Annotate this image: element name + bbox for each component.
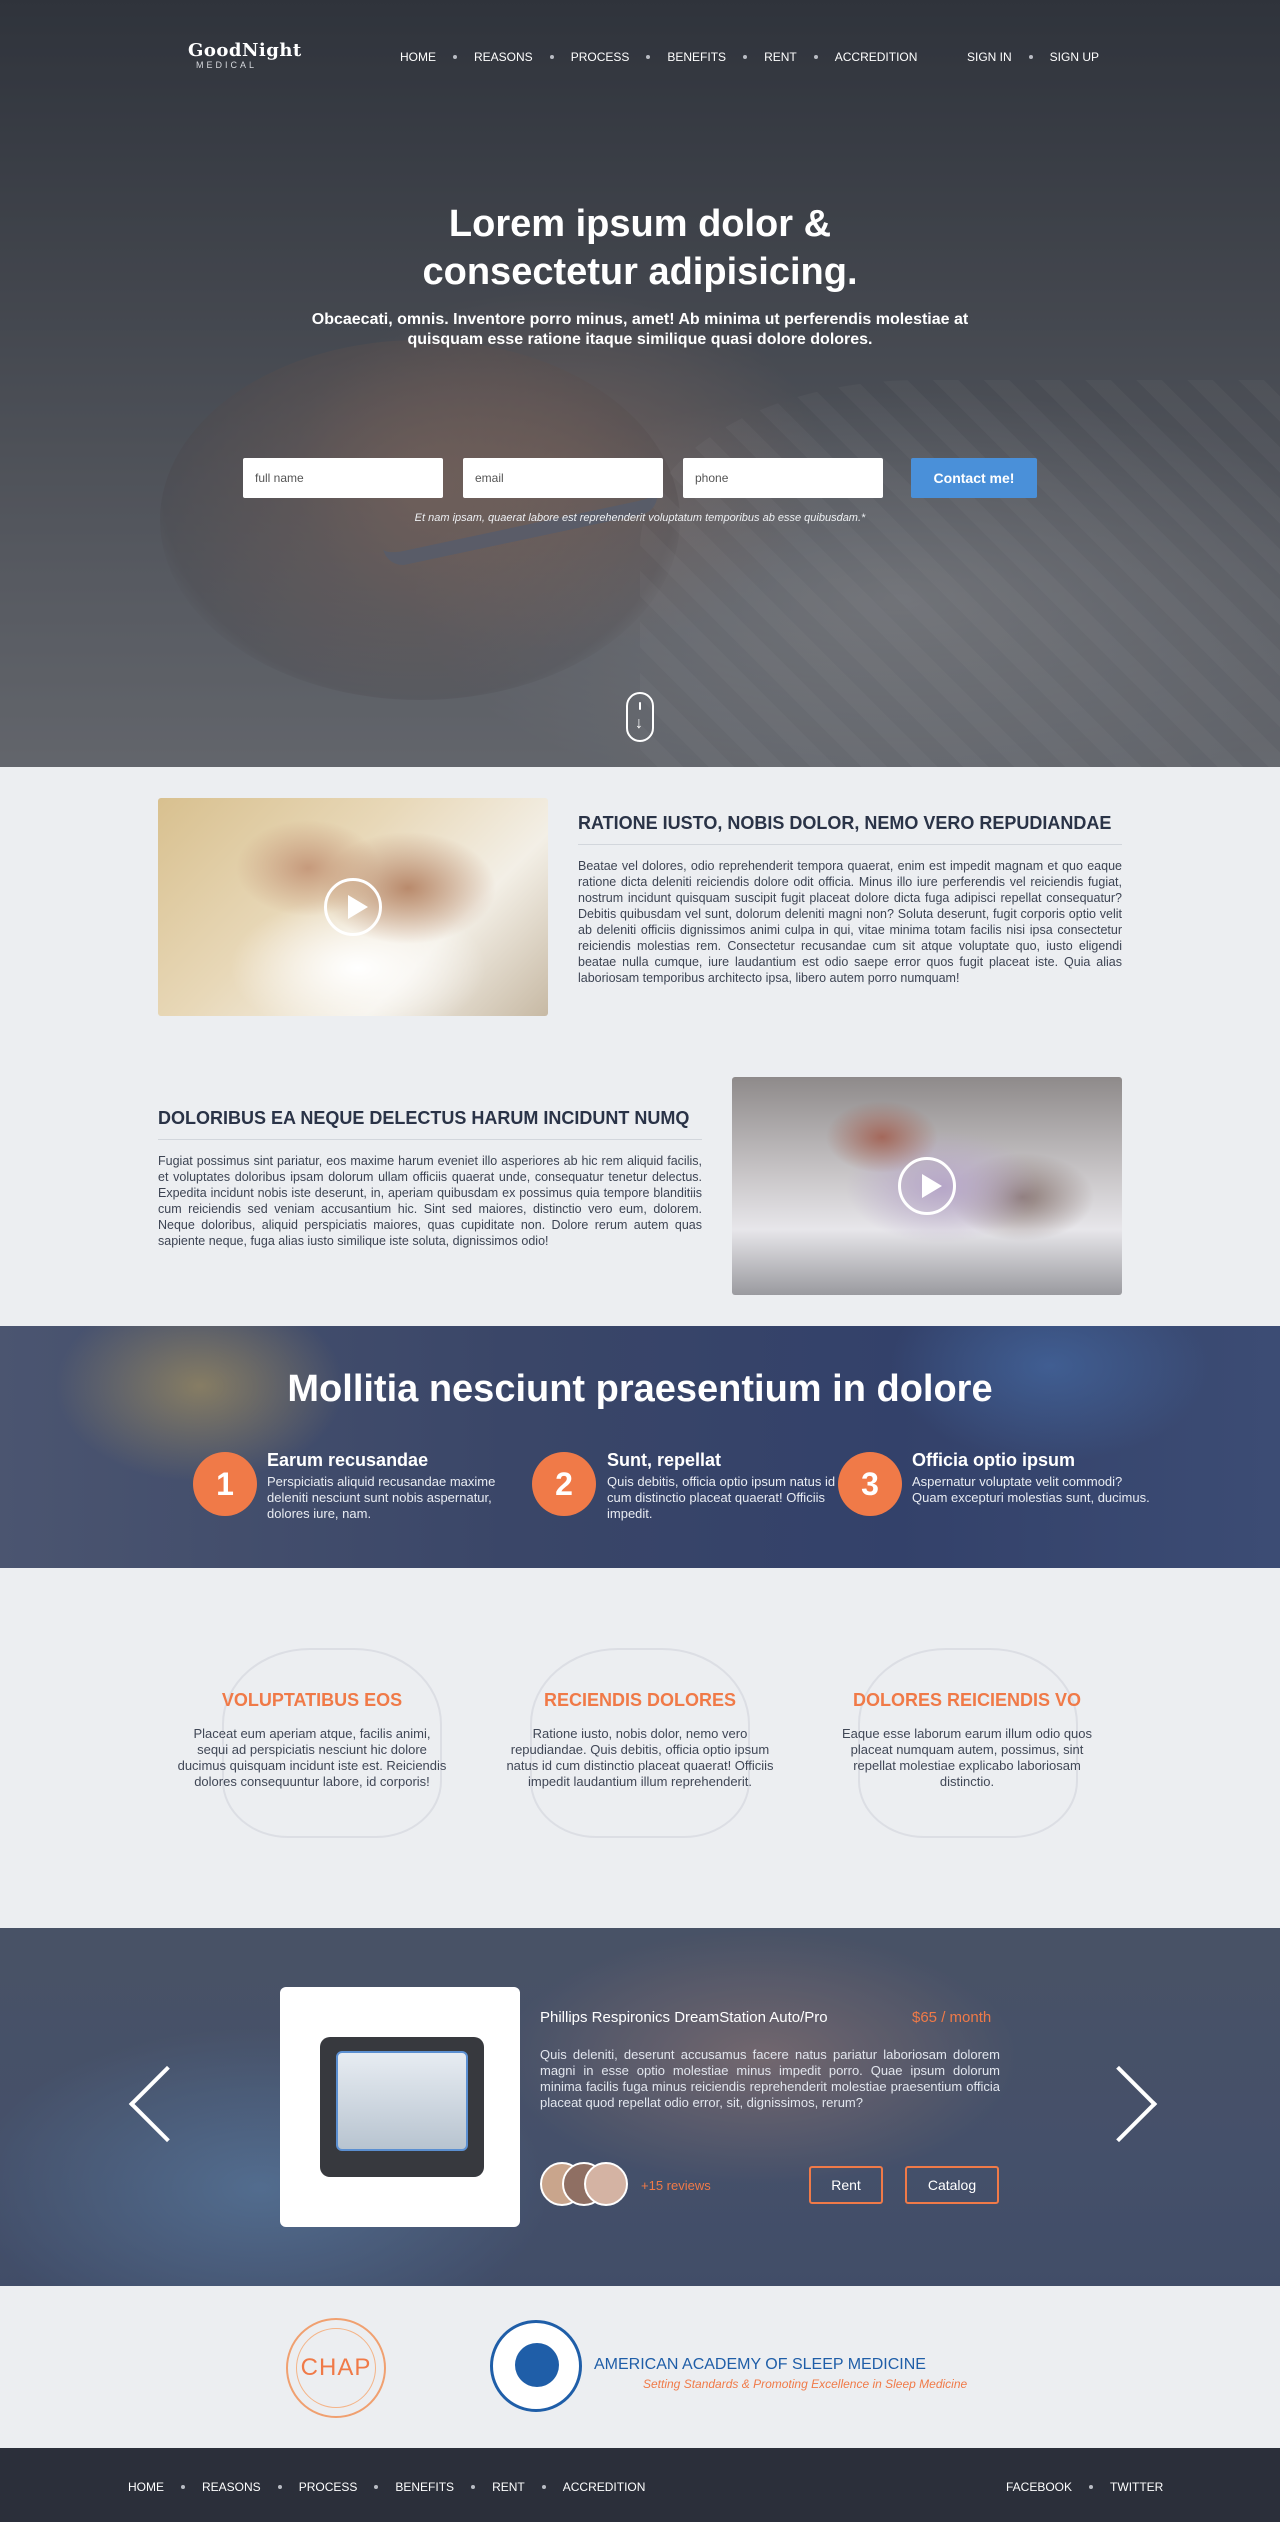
play-icon[interactable] bbox=[324, 878, 382, 936]
nav-separator bbox=[277, 2485, 282, 2489]
steps-section: Mollitia nesciunt praesentium in dolore … bbox=[0, 1326, 1280, 1568]
sign-up-link[interactable]: SIGN UP bbox=[1050, 50, 1099, 64]
footer-nav: HOME REASONS PROCESS BENEFITS RENT ACCRE… bbox=[128, 2480, 645, 2494]
aasm-seal-core bbox=[515, 2343, 559, 2387]
step-number-1: 1 bbox=[193, 1452, 257, 1516]
footer-nav-home[interactable]: HOME bbox=[128, 2480, 164, 2494]
nav-separator bbox=[181, 2485, 185, 2489]
steps-title: Mollitia nesciunt praesentium in dolore bbox=[287, 1368, 993, 1410]
twitter-link[interactable]: TWITTER bbox=[1110, 2480, 1163, 2494]
benefit-2-title: RECIENDIS DOLORES bbox=[543, 1690, 737, 1710]
product-carousel: Phillips Respironics DreamStation Auto/P… bbox=[0, 1928, 1280, 2286]
contact-me-button[interactable]: Contact me! bbox=[911, 458, 1037, 498]
feature-video-1[interactable] bbox=[158, 798, 548, 1016]
nav-accredition[interactable]: ACCREDITION bbox=[835, 50, 918, 64]
divider bbox=[158, 1139, 702, 1140]
product-price: $65 / month bbox=[912, 2009, 992, 2026]
nav-separator bbox=[541, 2485, 546, 2489]
chap-logo: CHAP bbox=[286, 2318, 386, 2418]
carousel-next-arrow-icon[interactable] bbox=[1116, 2063, 1156, 2143]
footer-nav-rent[interactable]: RENT bbox=[492, 2480, 525, 2494]
benefit-1-text: Placeat eum aperiam atque, facilis animi… bbox=[177, 1726, 447, 1789]
nav-separator bbox=[374, 2485, 379, 2489]
nav-process[interactable]: PROCESS bbox=[571, 50, 630, 64]
mouse-scroll-icon[interactable]: ↓ bbox=[626, 692, 654, 742]
feature-2-text: Fugiat possimus sint pariatur, eos maxim… bbox=[158, 1154, 702, 1248]
benefit-3-title: DOLORES REICIENDIS VO bbox=[852, 1690, 1082, 1710]
nav-separator bbox=[1089, 2485, 1094, 2489]
product-description: Quis deleniti, deserunt accusamus facere… bbox=[540, 2047, 1000, 2110]
fullname-input[interactable] bbox=[243, 458, 443, 498]
hero-title-line2: consectetur adipisicing. bbox=[422, 251, 858, 293]
email-input[interactable] bbox=[463, 458, 663, 498]
avatar bbox=[584, 2162, 628, 2206]
hero-overlay bbox=[0, 0, 1280, 767]
chap-logo-text: CHAP bbox=[300, 2354, 372, 2381]
step-2-title: Sunt, repellat bbox=[607, 1450, 722, 1470]
nav-rent[interactable]: RENT bbox=[764, 50, 797, 64]
brand-logo-sub: MEDICAL bbox=[196, 60, 258, 70]
hero-section: GoodNight MEDICAL HOME REASONS PROCESS B… bbox=[0, 0, 1280, 767]
divider bbox=[578, 844, 1122, 845]
reviewer-avatars bbox=[540, 2162, 630, 2208]
carousel-prev-arrow-icon[interactable] bbox=[126, 2063, 166, 2143]
feature-1-text: Beatae vel dolores, odio reprehenderit t… bbox=[578, 859, 1122, 985]
step-2-text: Quis debitis, officia optio ipsum natus … bbox=[607, 1474, 836, 1521]
main-nav: HOME REASONS PROCESS BENEFITS RENT ACCRE… bbox=[400, 50, 917, 64]
product-image-card bbox=[280, 1987, 520, 2227]
step-1-title: Earum recusandae bbox=[267, 1450, 429, 1470]
footer: HOME REASONS PROCESS BENEFITS RENT ACCRE… bbox=[0, 2448, 1280, 2522]
step-3-text: Aspernatur voluptate velit commodi? Quam… bbox=[912, 1474, 1150, 1505]
aasm-seal-logo bbox=[490, 2320, 582, 2412]
aasm-title: AMERICAN ACADEMY OF SLEEP MEDICINE bbox=[594, 2356, 926, 2373]
phone-input[interactable] bbox=[683, 458, 883, 498]
footer-nav-process[interactable]: PROCESS bbox=[299, 2480, 358, 2494]
nav-separator bbox=[549, 55, 554, 59]
step-3-title: Officia optio ipsum bbox=[912, 1450, 1076, 1470]
facebook-link[interactable]: FACEBOOK bbox=[1006, 2480, 1072, 2494]
catalog-button[interactable]: Catalog bbox=[905, 2166, 999, 2204]
scroll-wheel bbox=[639, 702, 641, 710]
arrow-down-icon: ↓ bbox=[635, 715, 643, 732]
footer-social: FACEBOOK TWITTER bbox=[1006, 2480, 1163, 2494]
nav-separator bbox=[743, 55, 748, 59]
nav-home[interactable]: HOME bbox=[400, 50, 436, 64]
nav-reasons[interactable]: REASONS bbox=[474, 50, 533, 64]
footer-nav-benefits[interactable]: BENEFITS bbox=[395, 2480, 454, 2494]
feature-video-2[interactable] bbox=[732, 1077, 1122, 1295]
step-1-text: Perspiciatis aliquid recusandae maxime d… bbox=[267, 1474, 496, 1521]
brand-logo[interactable]: GoodNight bbox=[188, 40, 302, 61]
benefit-2-text: Ratione iusto, nobis dolor, nemo vero re… bbox=[506, 1726, 774, 1789]
auth-nav: SIGN IN SIGN UP bbox=[967, 50, 1099, 64]
hero-note: Et nam ipsam, quaerat labore est reprehe… bbox=[414, 512, 866, 524]
nav-separator bbox=[471, 2485, 476, 2489]
footer-nav-accredition[interactable]: ACCREDITION bbox=[563, 2480, 646, 2494]
nav-separator bbox=[453, 55, 457, 59]
nav-separator bbox=[646, 55, 651, 59]
nav-benefits[interactable]: BENEFITS bbox=[667, 50, 726, 64]
nav-separator bbox=[813, 55, 818, 59]
benefit-1-title: VOLUPTATIBUS EOS bbox=[221, 1690, 403, 1710]
step-number-2: 2 bbox=[532, 1452, 596, 1516]
cpap-device-image bbox=[336, 2051, 468, 2151]
hero-title-line1: Lorem ipsum dolor & bbox=[448, 203, 832, 245]
step-number-3: 3 bbox=[838, 1452, 902, 1516]
rent-button[interactable]: Rent bbox=[809, 2166, 883, 2204]
hero-subtitle: Obcaecati, omnis. Inventore porro minus,… bbox=[311, 311, 969, 348]
footer-nav-reasons[interactable]: REASONS bbox=[202, 2480, 261, 2494]
cpap-bag-image bbox=[320, 2037, 484, 2177]
benefit-3-text: Eaque esse laborum earum illum odio quos… bbox=[841, 1726, 1093, 1789]
hero-title: Lorem ipsum dolor & consectetur adipisic… bbox=[0, 200, 1280, 296]
sign-in-link[interactable]: SIGN IN bbox=[967, 50, 1012, 64]
feature-1-title: RATIONE IUSTO, NOBIS DOLOR, NEMO VERO RE… bbox=[578, 813, 1112, 833]
aasm-tagline: Setting Standards & Promoting Excellence… bbox=[643, 2377, 968, 2391]
reviews-link[interactable]: +15 reviews bbox=[641, 2178, 711, 2193]
product-name: Phillips Respironics DreamStation Auto/P… bbox=[540, 2009, 828, 2026]
nav-separator bbox=[1028, 55, 1033, 59]
feature-2-title: DOLORIBUS EA NEQUE DELECTUS HARUM INCIDU… bbox=[158, 1108, 690, 1128]
play-icon[interactable] bbox=[898, 1157, 956, 1215]
